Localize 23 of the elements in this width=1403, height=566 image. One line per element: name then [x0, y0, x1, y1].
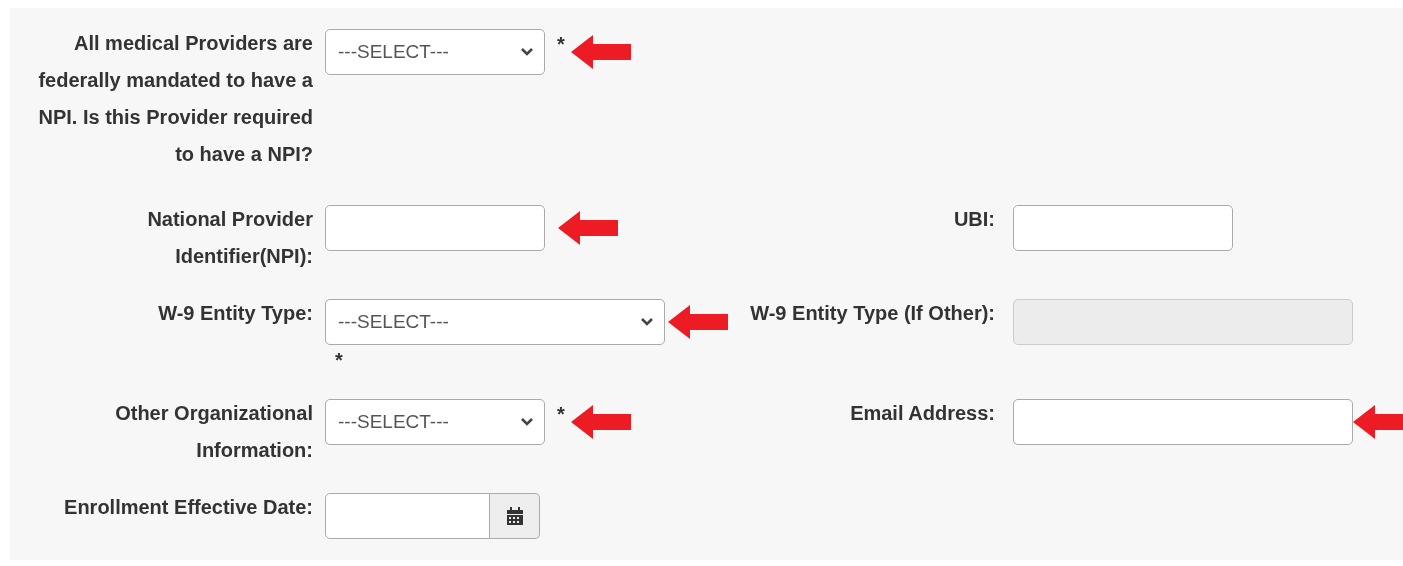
- calendar-button[interactable]: [490, 493, 540, 539]
- input-field[interactable]: [1013, 399, 1353, 445]
- date-field[interactable]: [325, 493, 490, 539]
- field-label: Email Address:: [849, 401, 995, 426]
- dropdown[interactable]: ---SELECT---: [325, 299, 665, 345]
- field-label: UBI:: [952, 207, 995, 232]
- required-asterisk: *: [557, 32, 565, 57]
- field-label: W-9 Entity Type (If Other):: [749, 301, 995, 326]
- chevron-down-icon: [520, 47, 534, 57]
- input-field[interactable]: [325, 205, 545, 251]
- chevron-down-icon: [520, 417, 534, 427]
- dropdown[interactable]: ---SELECT---: [325, 399, 545, 445]
- dropdown[interactable]: ---SELECT---: [325, 29, 545, 75]
- required-asterisk: *: [335, 348, 343, 373]
- calendar-icon: [505, 507, 524, 525]
- input-field[interactable]: [1013, 205, 1233, 251]
- field-label: National Provider Identifier(NPI):: [146, 207, 313, 269]
- chevron-down-icon: [640, 317, 654, 327]
- field-label: Other Organizational Information:: [114, 401, 313, 463]
- field-label: W-9 Entity Type:: [157, 301, 313, 326]
- field-label: Enrollment Effective Date:: [63, 495, 313, 520]
- required-asterisk: *: [557, 402, 565, 427]
- field-label: All medical Providers are federally mandated to have a NPI. Is this Provider required to have a NPI?: [37, 31, 313, 167]
